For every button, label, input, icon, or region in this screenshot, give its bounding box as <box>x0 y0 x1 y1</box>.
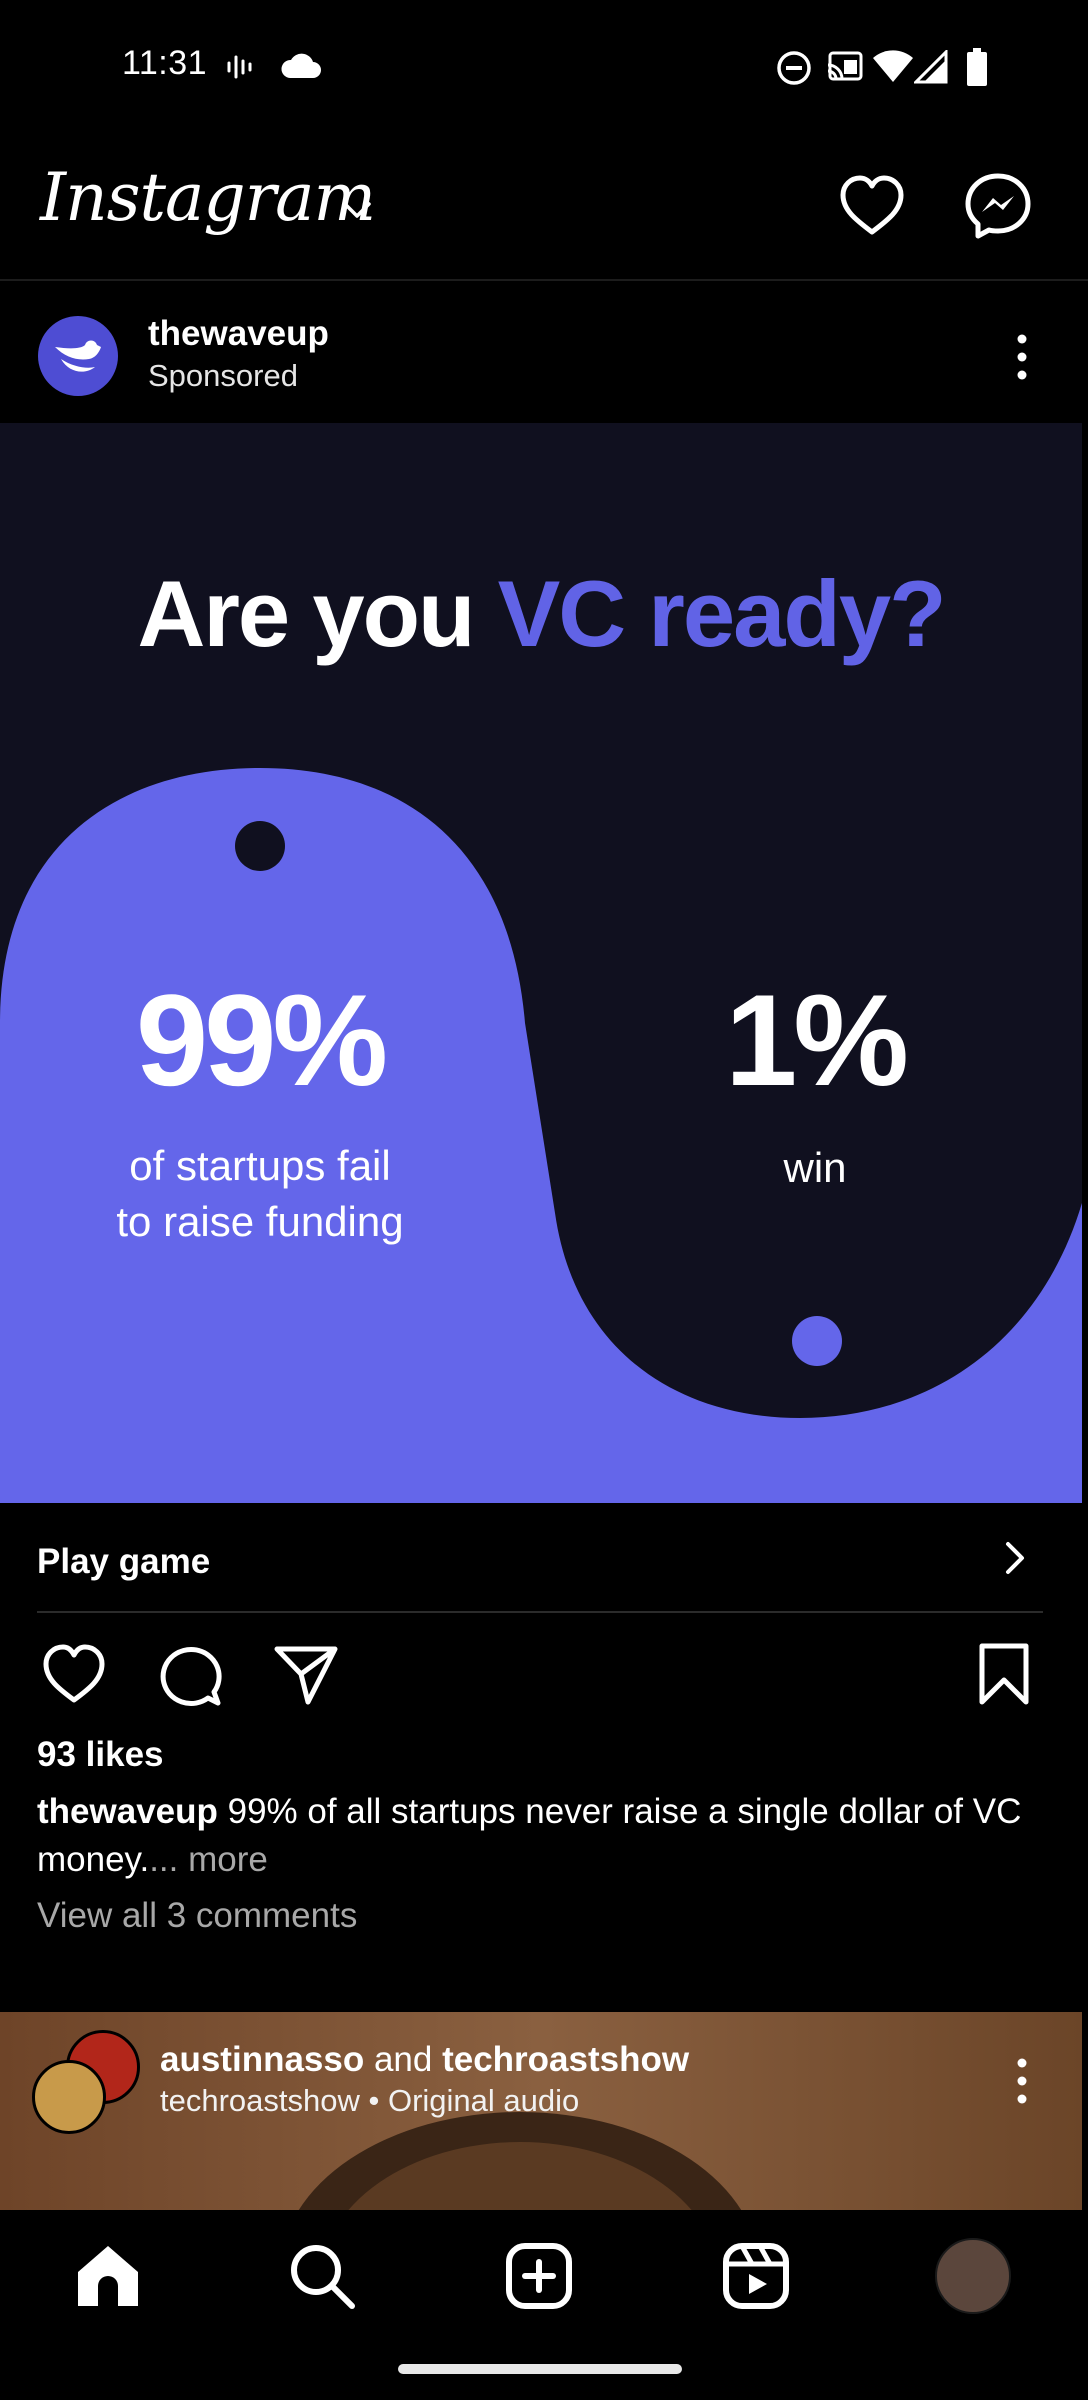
bookmark-icon[interactable] <box>970 1640 1038 1708</box>
play-game-label[interactable]: Play game <box>37 1542 210 1582</box>
ad-heading-plain: Are you <box>137 561 498 666</box>
sponsored-label: Sponsored <box>148 358 298 393</box>
chevron-right-icon[interactable] <box>998 1540 1032 1576</box>
chevron-down-icon[interactable] <box>340 198 374 222</box>
next-post-user2[interactable]: techroastshow <box>442 2040 689 2079</box>
status-time: 11:31 <box>122 44 208 82</box>
stat-fail-value: 99% <box>135 967 388 1113</box>
like-heart-icon[interactable] <box>40 1640 108 1708</box>
caption-more-link[interactable]: ... more <box>149 1840 268 1879</box>
create-post-icon[interactable] <box>499 2236 579 2316</box>
likes-count[interactable]: 93 likes <box>37 1735 164 1775</box>
post-avatar[interactable] <box>38 316 118 396</box>
profile-avatar[interactable] <box>935 2238 1011 2314</box>
ad-heading-accent: VC ready? <box>497 561 947 666</box>
stat-win-value: 1% <box>725 967 909 1113</box>
stat-fail-caption: of startups fail to raise funding <box>60 1138 460 1250</box>
post-caption: thewaveup 99% of all startups never rais… <box>37 1788 1057 1884</box>
search-icon[interactable] <box>282 2236 362 2316</box>
next-post-avatar-primary[interactable] <box>32 2060 106 2134</box>
next-post-usernames[interactable]: austinnasso and techroastshow <box>160 2040 689 2080</box>
next-post-more-icon[interactable] <box>1000 2054 1044 2108</box>
bird-logo-icon <box>55 340 101 372</box>
voice-activity-icon <box>226 52 254 82</box>
comment-icon[interactable] <box>156 1640 224 1708</box>
top-divider <box>0 279 1088 281</box>
home-icon[interactable] <box>68 2236 148 2316</box>
cloud-icon <box>280 52 322 80</box>
notifications-heart-icon[interactable] <box>836 170 908 242</box>
stat-win-caption: win <box>783 1144 847 1191</box>
cell-signal-icon <box>914 50 948 84</box>
wifi-icon <box>872 50 914 84</box>
view-comments-link[interactable]: View all 3 comments <box>37 1896 357 1936</box>
home-indicator[interactable] <box>398 2364 682 2374</box>
post-username[interactable]: thewaveup <box>148 314 329 354</box>
messenger-icon[interactable] <box>962 170 1034 242</box>
next-post-audio[interactable]: techroastshow • Original audio <box>160 2083 579 2119</box>
instagram-logo[interactable]: Instagram <box>40 165 376 231</box>
battery-icon <box>966 48 988 86</box>
next-post-user1[interactable]: austinnasso <box>160 2040 364 2079</box>
share-send-icon[interactable] <box>272 1640 340 1708</box>
caption-username[interactable]: thewaveup <box>37 1792 218 1831</box>
ad-heading: Are you VC ready? <box>0 560 1082 668</box>
reels-icon[interactable] <box>716 2236 796 2316</box>
stat-fail-caption-line2: to raise funding <box>116 1198 404 1245</box>
cta-divider <box>37 1611 1043 1613</box>
cast-icon <box>826 50 864 84</box>
do-not-disturb-icon <box>776 50 812 86</box>
more-options-icon[interactable] <box>1000 330 1044 384</box>
next-post-and: and <box>364 2040 443 2079</box>
stat-fail-caption-line1: of startups fail <box>129 1142 391 1189</box>
